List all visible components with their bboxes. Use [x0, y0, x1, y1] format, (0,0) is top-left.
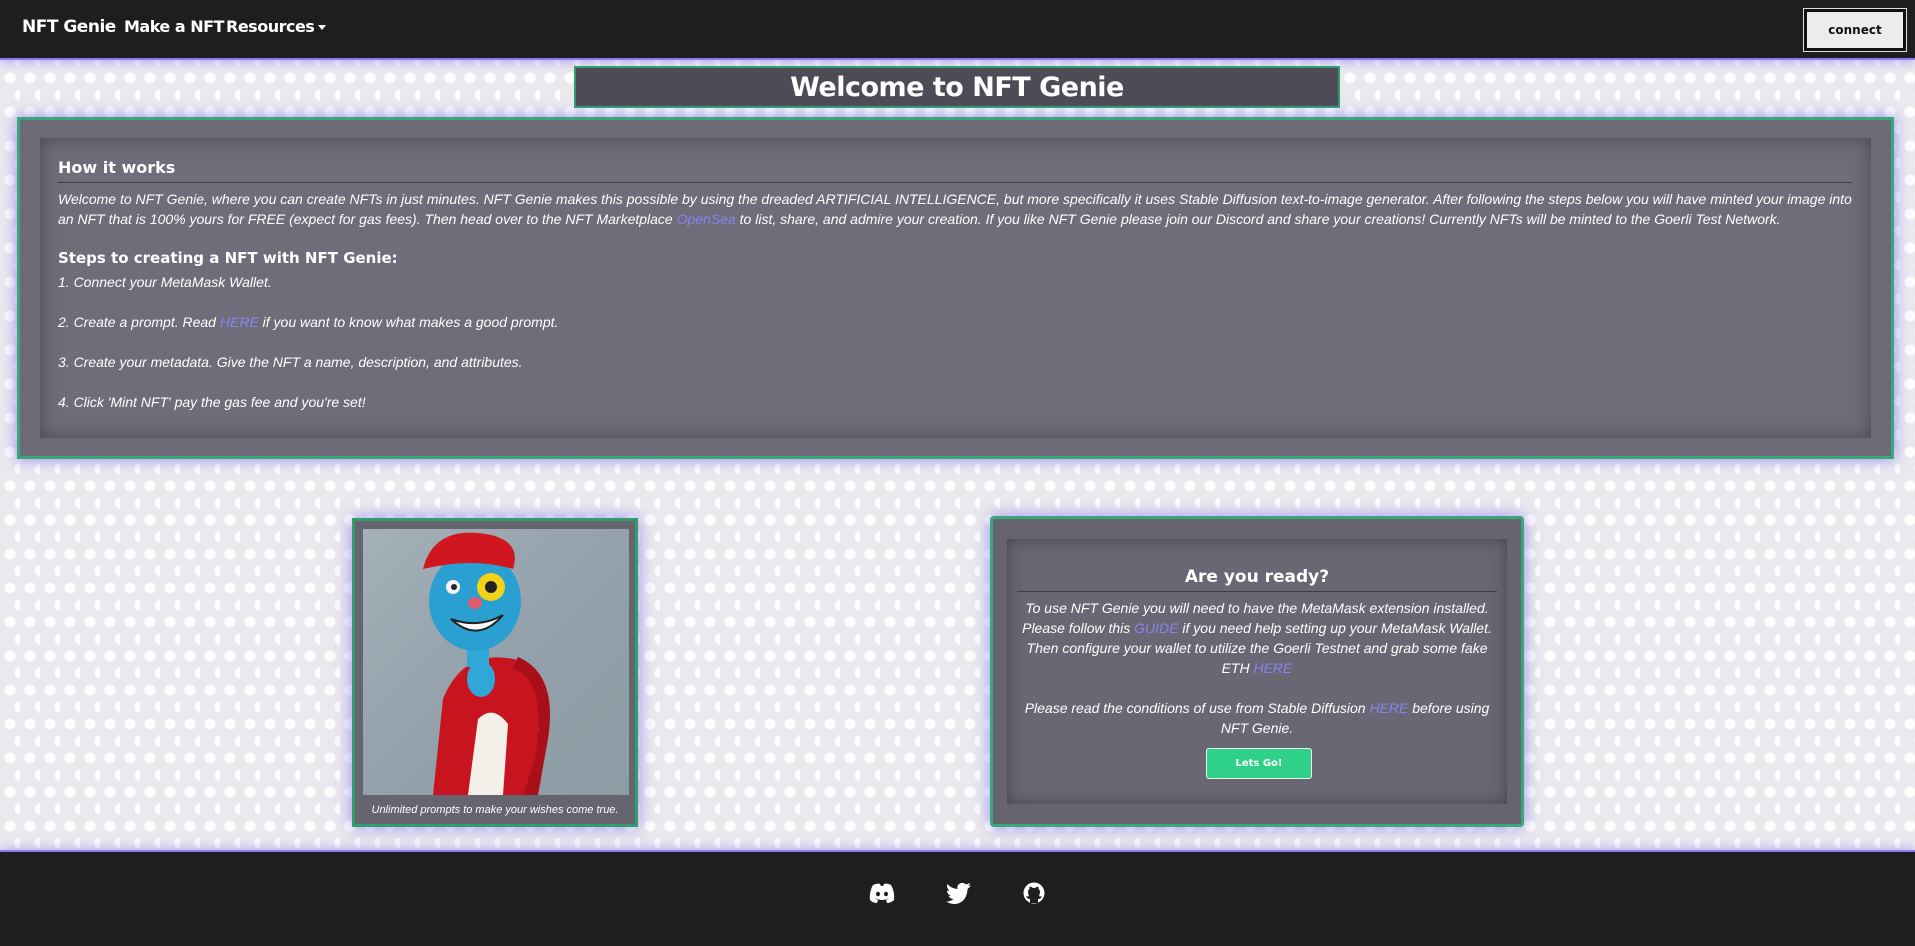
lets-go-button[interactable]: Lets Go! — [1206, 748, 1312, 779]
how-it-works-inner — [40, 138, 1871, 438]
step-2-text-b: if you want to know what makes a good pr… — [258, 314, 559, 330]
how-it-works-title: How it works — [58, 158, 1852, 183]
connect-button[interactable]: connect — [1803, 8, 1907, 52]
genie-image-card: Unlimited prompts to make your wishes co… — [352, 518, 638, 827]
navbar: NFT Genie Make a NFT Resources connect — [0, 0, 1915, 60]
discord-icon[interactable] — [869, 882, 895, 904]
opensea-link[interactable]: OpenSea — [677, 211, 736, 227]
nav-resources-dropdown[interactable]: Resources — [226, 17, 327, 36]
ready-title: Are you ready? — [1017, 567, 1497, 592]
step-4: 4. Click 'Mint NFT' pay the gas fee and … — [58, 394, 366, 410]
footer — [0, 850, 1915, 946]
chevron-down-icon — [318, 25, 327, 30]
brand-link[interactable]: NFT Genie — [22, 17, 116, 37]
how-it-works-intro: Welcome to NFT Genie, where you can crea… — [58, 189, 1866, 229]
conditions-link[interactable]: HERE — [1369, 700, 1408, 716]
step-2-text-a: 2. Create a prompt. Read — [58, 314, 220, 330]
steps-title: Steps to creating a NFT with NFT Genie: — [58, 249, 398, 267]
ready-card: Are you ready? To use NFT Genie you will… — [990, 516, 1524, 827]
metamask-instructions: To use NFT Genie you will need to have t… — [1017, 598, 1497, 678]
github-icon[interactable] — [1021, 882, 1047, 904]
nav-make-nft[interactable]: Make a NFT — [124, 17, 224, 36]
genie-image — [363, 529, 629, 795]
image-caption: Unlimited prompts to make your wishes co… — [371, 804, 619, 816]
page-title: Welcome to NFT Genie — [574, 66, 1340, 108]
intro-text-b: to list, share, and admire your creation… — [735, 211, 1781, 227]
faucet-link[interactable]: HERE — [1253, 660, 1292, 676]
conditions-text-a: Please read the conditions of use from S… — [1024, 700, 1370, 716]
prompt-guide-link[interactable]: HERE — [220, 314, 259, 330]
how-it-works-card: How it works Welcome to NFT Genie, where… — [17, 117, 1894, 459]
step-2: 2. Create a prompt. Read HERE if you wan… — [58, 314, 558, 330]
guide-link[interactable]: GUIDE — [1134, 620, 1178, 636]
twitter-icon[interactable] — [946, 882, 972, 904]
step-3: 3. Create your metadata. Give the NFT a … — [58, 354, 523, 370]
nav-resources-label: Resources — [226, 17, 315, 36]
step-1: 1. Connect your MetaMask Wallet. — [58, 274, 272, 290]
conditions-text: Please read the conditions of use from S… — [1017, 698, 1497, 738]
